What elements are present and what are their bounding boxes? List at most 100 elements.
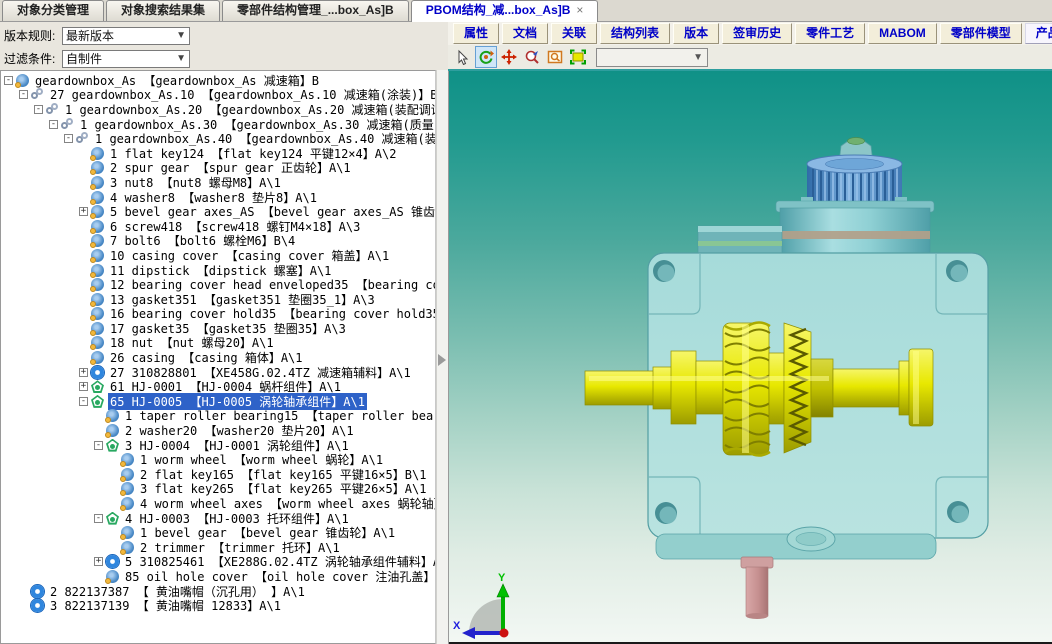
close-icon[interactable]: ×: [576, 3, 583, 17]
expander-icon[interactable]: -: [19, 90, 28, 99]
viewer-dropdown[interactable]: ▼: [596, 48, 708, 67]
tree-node[interactable]: 16 bearing cover hold35 【bearing cover h…: [1, 307, 435, 322]
tree-node[interactable]: 2 washer20 【washer20 垫片20】A\1: [1, 423, 435, 438]
detail-tab-3[interactable]: 结构列表: [600, 23, 670, 44]
tree-node[interactable]: 26 casing 【casing 箱体】A\1: [1, 350, 435, 365]
axis-x-label: X: [453, 620, 461, 632]
tree-node[interactable]: -1 geardownbox_As.30 【geardownbox_As.30 …: [1, 117, 435, 132]
detail-tab-0[interactable]: 属性: [453, 23, 499, 44]
tree-node[interactable]: 13 gasket351 【gasket351 垫圈35_1】A\3: [1, 292, 435, 307]
tree-node[interactable]: 2 822137387 【 黄油嘴帽（沉孔用） 】A\1: [1, 584, 435, 599]
tree-node[interactable]: 4 washer8 【washer8 垫片8】A\1: [1, 190, 435, 205]
tree-node[interactable]: 1 taper roller bearing15 【taper roller b…: [1, 409, 435, 424]
expander-icon[interactable]: +: [79, 207, 88, 216]
tree-node[interactable]: 2 flat key165 【flat key165 平键16×5】B\1: [1, 467, 435, 482]
3d-viewport[interactable]: Y X: [448, 71, 1052, 644]
expander-icon[interactable]: -: [34, 105, 43, 114]
zoom-window-icon[interactable]: [544, 46, 566, 68]
expander-icon[interactable]: +: [79, 382, 88, 391]
tree-node[interactable]: 11 dipstick 【dipstick 螺塞】A\1: [1, 263, 435, 278]
tree-node[interactable]: +61 HJ-0001 【HJ-0004 蜗杆组件】A\1: [1, 379, 435, 394]
zoom-dynamic-icon[interactable]: [521, 46, 543, 68]
tree-node[interactable]: 17 gasket35 【gasket35 垫圈35】A\3: [1, 321, 435, 336]
tree-node[interactable]: +5 bevel gear axes_AS 【bevel gear axes_A…: [1, 204, 435, 219]
tree-node[interactable]: 1 bevel gear 【bevel gear 锥齿轮】A\1: [1, 525, 435, 540]
expander-icon[interactable]: -: [79, 397, 88, 406]
part-icon: [91, 322, 104, 335]
tree-node[interactable]: 6 screw418 【screw418 螺钉M4×18】A\3: [1, 219, 435, 234]
tree-node[interactable]: 3 flat key265 【flat key265 平键26×5】A\1: [1, 482, 435, 497]
expander-icon[interactable]: -: [94, 441, 103, 450]
cog-icon: [31, 599, 44, 612]
tree-node[interactable]: 3 822137139 【 黄油嘴帽 12833】A\1: [1, 598, 435, 613]
assembly-icon: [91, 395, 104, 408]
expander-icon[interactable]: -: [64, 134, 73, 143]
tree-node[interactable]: -4 HJ-0003 【HJ-0003 托环组件】A\1: [1, 511, 435, 526]
version-rule-select[interactable]: 最新版本 ▼: [62, 27, 190, 45]
detail-tab-6[interactable]: 零件工艺: [795, 23, 865, 44]
tree-node[interactable]: 18 nut 【nut 螺母20】A\1: [1, 336, 435, 351]
detail-tab-1[interactable]: 文档: [502, 23, 548, 44]
part-icon: [16, 74, 29, 87]
rotate-icon[interactable]: [475, 46, 497, 68]
detail-tab-9[interactable]: 产品模型: [1025, 23, 1052, 44]
detail-tab-8[interactable]: 零部件模型: [940, 23, 1022, 44]
tree-node[interactable]: 12 bearing cover head enveloped35 【beari…: [1, 277, 435, 292]
part-icon: [121, 526, 134, 539]
tree-node[interactable]: +5 310825461 【XE288G.02.4TZ 涡轮轴承组件辅料】A\1: [1, 555, 435, 570]
part-icon: [91, 278, 104, 291]
tree-node[interactable]: 3 nut8 【nut8 螺母M8】A\1: [1, 175, 435, 190]
cog-icon: [91, 366, 104, 379]
tree-node[interactable]: 1 flat key124 【flat key124 平键12×4】A\2: [1, 146, 435, 161]
chevron-down-icon: ▼: [176, 30, 186, 41]
expander-icon[interactable]: +: [79, 368, 88, 377]
tree-node[interactable]: 2 spur gear 【spur gear 正齿轮】A\1: [1, 161, 435, 176]
tree-node[interactable]: -3 HJ-0004 【HJ-0001 涡轮组件】A\1: [1, 438, 435, 453]
assembly-icon: [91, 380, 104, 393]
tree-node[interactable]: -65 HJ-0005 【HJ-0005 涡轮轴承组件】A\1: [1, 394, 435, 409]
tree-node[interactable]: 4 worm wheel axes 【worm wheel axes 蜗轮轴】A…: [1, 496, 435, 511]
panel-splitter[interactable]: [436, 70, 448, 644]
document-tab-0[interactable]: 对象分类管理: [2, 0, 104, 21]
tree-node[interactable]: 85 oil hole cover 【oil hole cover 注油孔盖】A…: [1, 569, 435, 584]
fit-view-icon[interactable]: [567, 46, 589, 68]
document-tab-3[interactable]: PBOM结构_减...box_As]B×: [411, 0, 599, 22]
expander-icon[interactable]: -: [4, 76, 13, 85]
output-shaft: [833, 369, 899, 407]
document-tab-1[interactable]: 对象搜索结果集: [106, 0, 220, 21]
splitter-collapse-arrow[interactable]: [438, 354, 446, 366]
pointer-icon[interactable]: [452, 46, 474, 68]
tree-node[interactable]: +27 310828801 【XE458G.02.4TZ 减速箱辅料】A\1: [1, 365, 435, 380]
detail-tab-4[interactable]: 版本: [673, 23, 719, 44]
tree-node[interactable]: -1 geardownbox_As.20 【geardownbox_As.20 …: [1, 102, 435, 117]
tree-node[interactable]: -27 geardownbox_As.10 【geardownbox_As.10…: [1, 88, 435, 103]
cog-icon: [106, 555, 119, 568]
document-tab-2[interactable]: 零部件结构管理_...box_As]B: [222, 0, 409, 21]
pan-icon[interactable]: [498, 46, 520, 68]
tree-node[interactable]: 2 trimmer 【trimmer 托环】A\1: [1, 540, 435, 555]
tree-node[interactable]: 1 worm wheel 【worm wheel 蜗轮】A\1: [1, 452, 435, 467]
link-icon: [31, 88, 44, 101]
part-icon: [91, 147, 104, 160]
cog-icon: [31, 585, 44, 598]
part-icon: [91, 249, 104, 262]
tree-node[interactable]: -1 geardownbox_As.40 【geardownbox_As.40 …: [1, 131, 435, 146]
part-icon: [91, 307, 104, 320]
tan-band: [780, 231, 930, 239]
bom-tree[interactable]: -geardownbox_As 【geardownbox_As 减速箱】B-27…: [0, 70, 436, 644]
expander-icon[interactable]: -: [49, 120, 58, 129]
shaft-shadowed: [811, 359, 833, 417]
detail-tab-7[interactable]: MABOM: [868, 23, 937, 44]
detail-tab-2[interactable]: 关联: [551, 23, 597, 44]
expander-icon[interactable]: -: [94, 514, 103, 523]
tree-node[interactable]: 10 casing cover 【casing cover 箱盖】A\1: [1, 248, 435, 263]
link-icon: [76, 132, 89, 145]
expander-icon[interactable]: +: [94, 557, 103, 566]
filter-condition-select[interactable]: 自制件 ▼: [62, 50, 190, 68]
tree-node[interactable]: -geardownbox_As 【geardownbox_As 减速箱】B: [1, 73, 435, 88]
detail-tab-5[interactable]: 签审历史: [722, 23, 792, 44]
part-icon: [121, 482, 134, 495]
part-icon: [106, 409, 119, 422]
link-icon: [46, 103, 59, 116]
tree-node[interactable]: 7 bolt6 【bolt6 螺栓M6】B\4: [1, 234, 435, 249]
